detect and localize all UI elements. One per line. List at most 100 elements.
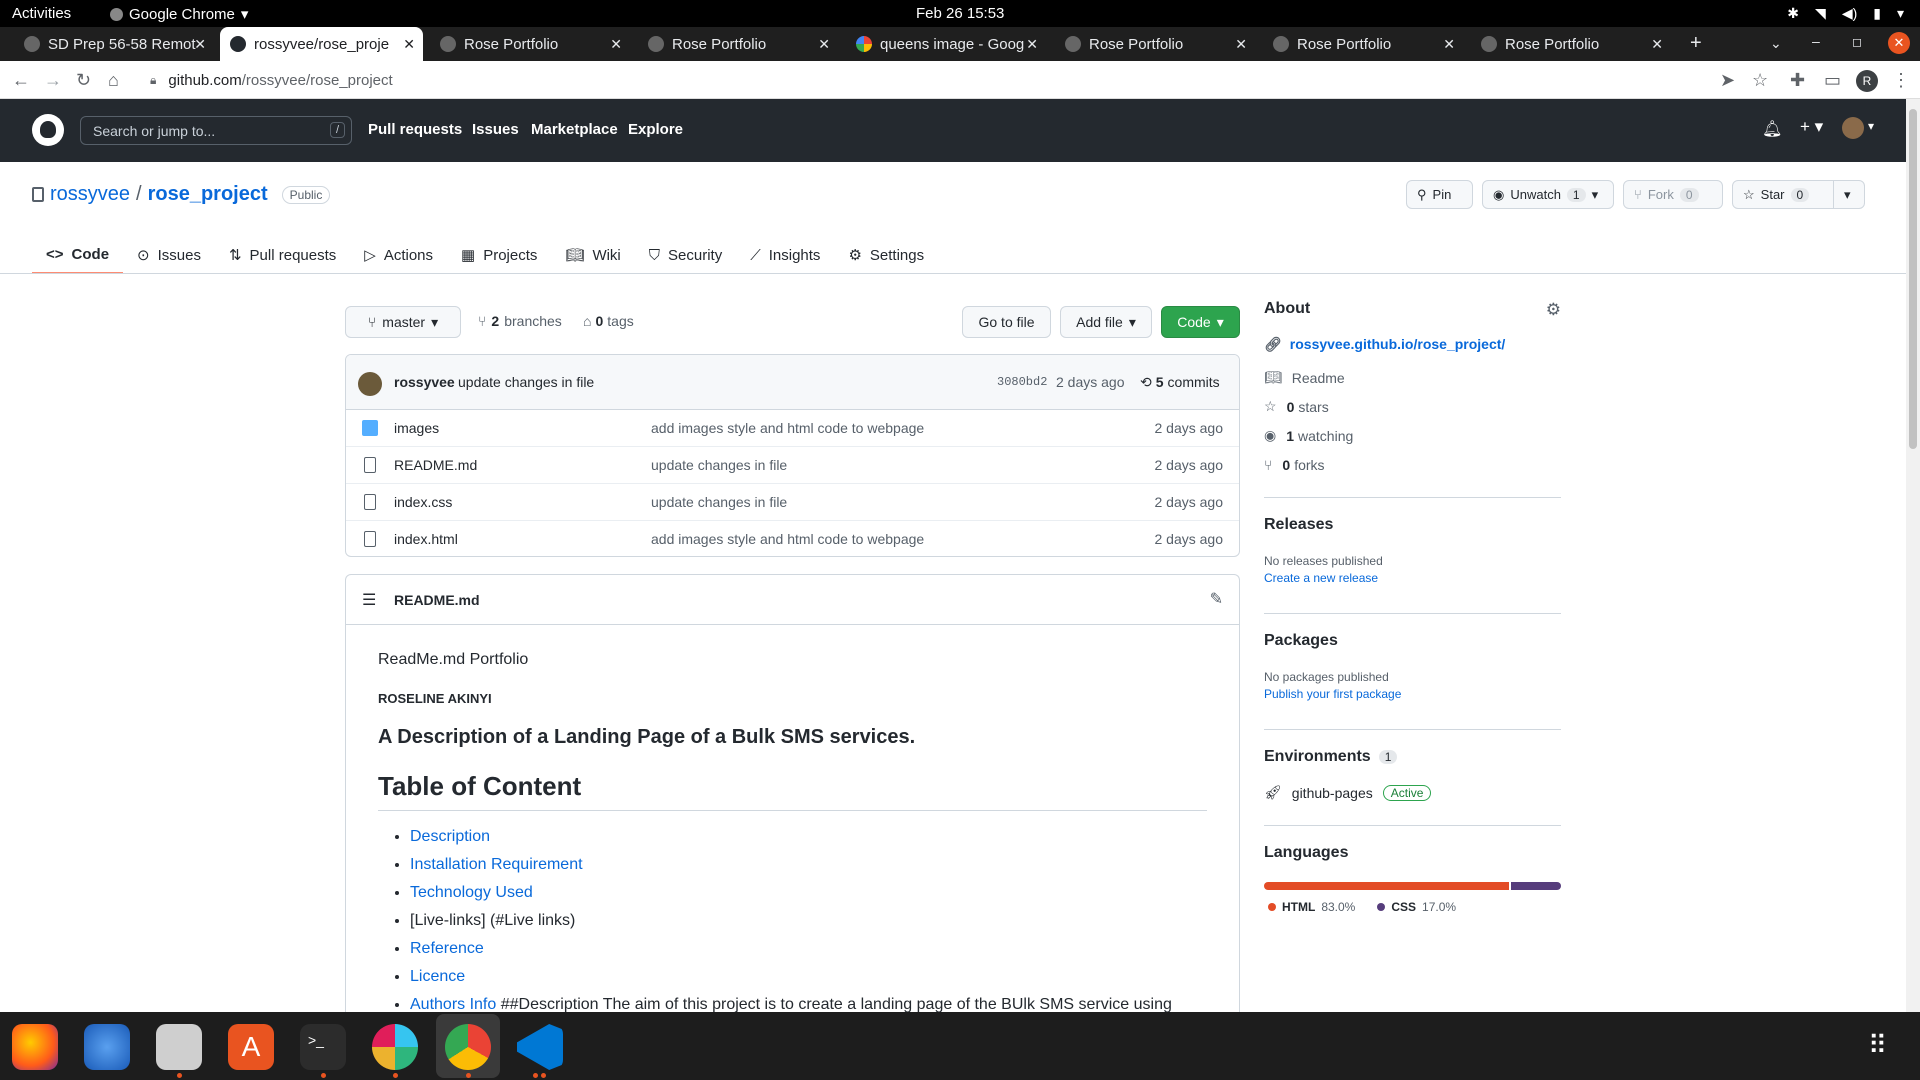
close-tab-icon[interactable]: ✕: [1026, 36, 1038, 53]
commit-message[interactable]: update changes in file: [458, 374, 594, 390]
fork-button[interactable]: ⑂ Fork 0: [1623, 180, 1723, 209]
tab-search-icon[interactable]: ⌄: [1770, 35, 1782, 52]
create-release-link[interactable]: Create a new release: [1264, 571, 1561, 585]
user-avatar[interactable]: [1842, 117, 1864, 139]
browser-tab[interactable]: Rose Portfolio ✕: [430, 27, 630, 61]
commit-author[interactable]: rossyvee: [394, 374, 455, 390]
browser-tab[interactable]: SD Prep 56-58 Remot ✕: [14, 27, 214, 61]
nav-pull-requests[interactable]: Pull requests: [368, 121, 462, 138]
browser-tab[interactable]: Rose Portfolio ✕: [1263, 27, 1463, 61]
file-commit-message[interactable]: update changes in file: [651, 457, 787, 473]
search-input[interactable]: Search or jump to... /: [80, 116, 352, 145]
system-tray[interactable]: ✱ ◥ ◀) ▮ ▾: [1787, 5, 1904, 22]
github-logo-icon[interactable]: [32, 114, 64, 146]
branches-link[interactable]: ⑂ 2 branches: [478, 313, 562, 329]
thunderbird-icon[interactable]: [84, 1024, 130, 1070]
browser-tab[interactable]: queens image - Goog ✕: [846, 27, 1046, 61]
clock[interactable]: Feb 26 15:53: [916, 5, 1004, 22]
back-icon[interactable]: ←: [12, 70, 30, 91]
send-icon[interactable]: ➤: [1720, 70, 1735, 91]
new-tab-icon[interactable]: +: [1690, 32, 1702, 55]
toc-link[interactable]: Technology Used: [410, 884, 533, 901]
unwatch-button[interactable]: ◉ Unwatch 1 ▾: [1482, 180, 1614, 209]
forks-link[interactable]: ⑂ 0 forks: [1264, 450, 1561, 479]
toc-link[interactable]: Installation Requirement: [410, 856, 583, 873]
repo-owner-link[interactable]: rossyvee: [50, 183, 130, 206]
avatar-caret-icon[interactable]: ▾: [1868, 119, 1874, 133]
add-file-button[interactable]: Add file ▾: [1060, 306, 1152, 338]
file-commit-message[interactable]: update changes in file: [651, 494, 787, 510]
cast-icon[interactable]: ▭: [1824, 70, 1841, 91]
app-menu[interactable]: Google Chrome ▾: [110, 5, 248, 23]
activities-button[interactable]: Activities: [12, 5, 71, 22]
tab-wiki[interactable]: 📖︎ Wiki: [551, 236, 634, 274]
tab-projects[interactable]: ▦ Projects: [447, 236, 551, 274]
profile-avatar[interactable]: R: [1856, 70, 1878, 92]
browser-tab[interactable]: Rose Portfolio ✕: [638, 27, 838, 61]
browser-tab[interactable]: Rose Portfolio ✕: [1055, 27, 1255, 61]
gear-icon[interactable]: ⚙: [1546, 300, 1561, 320]
extensions-icon[interactable]: ✚: [1790, 70, 1805, 91]
repo-name-link[interactable]: rose_project: [148, 183, 268, 206]
reload-icon[interactable]: ↻: [76, 70, 91, 91]
tab-security[interactable]: ⛉ Security: [635, 236, 736, 274]
close-tab-icon[interactable]: ✕: [610, 36, 622, 53]
watching-link[interactable]: ◉ 1 watching: [1264, 421, 1561, 450]
outline-list-icon[interactable]: ☰: [362, 590, 376, 610]
go-to-file-button[interactable]: Go to file: [962, 306, 1051, 338]
edit-pencil-icon[interactable]: ✎: [1210, 589, 1223, 609]
star-button[interactable]: ☆ Star 0: [1732, 180, 1834, 209]
file-commit-message[interactable]: add images style and html code to webpag…: [651, 531, 924, 547]
website-link[interactable]: 🔗︎ rossyvee.github.io/rose_project/: [1264, 336, 1561, 353]
firefox-icon[interactable]: [12, 1024, 58, 1070]
slack-tray-icon[interactable]: ✱: [1787, 5, 1799, 22]
tags-link[interactable]: ⌂ 0 tags: [583, 313, 634, 329]
file-name[interactable]: README.md: [394, 457, 477, 473]
toc-link[interactable]: Description: [410, 828, 490, 845]
close-tab-icon[interactable]: ✕: [1443, 36, 1455, 53]
tab-code[interactable]: <> Code: [32, 236, 124, 274]
packages-title[interactable]: Packages: [1264, 632, 1561, 650]
minimize-icon[interactable]: –: [1812, 33, 1820, 49]
pin-button[interactable]: ⚲ Pin: [1406, 180, 1473, 209]
browser-tab-active[interactable]: rossyvee/rose_proje ✕: [220, 27, 423, 61]
file-name[interactable]: images: [394, 420, 439, 436]
file-commit-message[interactable]: add images style and html code to webpag…: [651, 420, 924, 436]
chrome-menu-icon[interactable]: ⋮: [1892, 70, 1910, 91]
bookmark-star-icon[interactable]: ☆: [1752, 70, 1768, 91]
file-row[interactable]: index.html add images style and html code…: [346, 521, 1239, 556]
toc-link[interactable]: Licence: [410, 968, 465, 985]
readme-filename[interactable]: README.md: [394, 592, 480, 608]
toc-link[interactable]: Reference: [410, 940, 484, 957]
notifications-bell-icon[interactable]: 🔔︎: [1762, 119, 1782, 139]
tab-insights[interactable]: ⟋ Insights: [736, 236, 834, 274]
vscode-icon[interactable]: [517, 1024, 563, 1070]
scrollbar-thumb[interactable]: [1909, 109, 1917, 449]
file-row[interactable]: images add images style and html code to …: [346, 410, 1239, 447]
nav-issues[interactable]: Issues: [472, 121, 519, 138]
language-item-css[interactable]: CSS 17.0%: [1377, 900, 1456, 914]
file-row[interactable]: index.css update changes in file 2 days ag…: [346, 484, 1239, 521]
file-name[interactable]: index.html: [394, 531, 458, 547]
page-scrollbar[interactable]: [1906, 99, 1920, 1012]
home-icon[interactable]: ⌂: [108, 70, 119, 91]
environment-item[interactable]: 🚀︎ github-pages Active: [1264, 784, 1561, 801]
file-name[interactable]: index.css: [394, 494, 452, 510]
publish-package-link[interactable]: Publish your first package: [1264, 687, 1561, 701]
file-row[interactable]: README.md update changes in file 2 days ag…: [346, 447, 1239, 484]
address-bar[interactable]: 🔒︎ github.com/rossyvee/rose_project: [150, 67, 1700, 94]
commits-link[interactable]: ⟲ 5 commits: [1140, 374, 1220, 391]
commit-sha[interactable]: 3080bd2: [997, 375, 1047, 389]
close-tab-icon[interactable]: ✕: [194, 36, 206, 53]
close-tab-icon[interactable]: ✕: [1235, 36, 1247, 53]
create-new-plus-icon[interactable]: + ▾: [1800, 117, 1823, 137]
branch-select-button[interactable]: ⑂ master ▾: [345, 306, 461, 338]
releases-title[interactable]: Releases: [1264, 516, 1561, 534]
code-button[interactable]: Code ▾: [1161, 306, 1240, 338]
tab-pull-requests[interactable]: ⇅ Pull requests: [215, 236, 350, 274]
software-center-icon[interactable]: A: [228, 1024, 274, 1070]
close-tab-icon[interactable]: ✕: [1651, 36, 1663, 53]
files-icon[interactable]: [156, 1024, 202, 1070]
chrome-icon[interactable]: [445, 1024, 491, 1070]
show-applications-icon[interactable]: ⠿: [1868, 1030, 1889, 1061]
